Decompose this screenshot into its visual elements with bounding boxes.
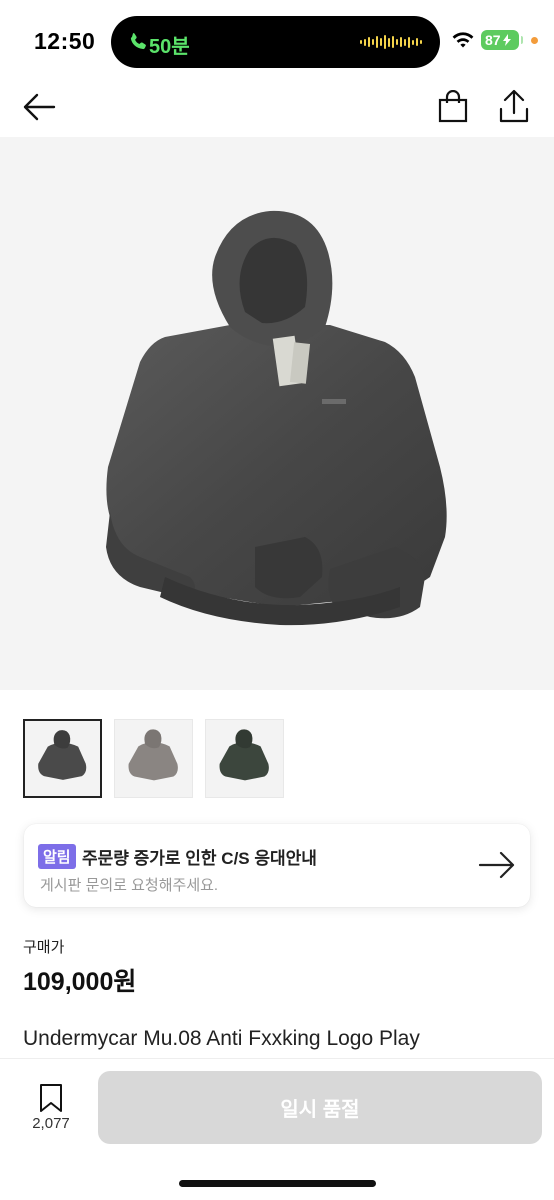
arrow-right-icon bbox=[478, 851, 515, 879]
wishlist-count: 2,077 bbox=[32, 1115, 70, 1132]
notice-subtitle: 게시판 문의로 요청해주세요. bbox=[40, 877, 219, 894]
battery-cap bbox=[521, 36, 523, 44]
shopping-bag-icon bbox=[438, 89, 468, 123]
bookmark-icon bbox=[40, 1084, 62, 1112]
thumbnail-charcoal[interactable] bbox=[23, 719, 102, 798]
charging-bolt-icon bbox=[502, 34, 511, 46]
status-bar: 12:50 50분 87 bbox=[0, 0, 554, 80]
privacy-indicator-dot bbox=[531, 37, 538, 44]
wishlist-button[interactable]: 2,077 bbox=[20, 1079, 82, 1137]
battery-indicator: 87 bbox=[481, 30, 519, 50]
price-value: 109,000원 bbox=[23, 968, 137, 996]
thumbnail-dark-green[interactable] bbox=[205, 719, 284, 798]
audio-waveform-icon bbox=[360, 35, 422, 49]
share-button[interactable] bbox=[497, 89, 531, 125]
shopping-bag-button[interactable] bbox=[437, 89, 469, 124]
call-duration: 50분 bbox=[149, 36, 190, 58]
hoodie-thumbnail-image bbox=[38, 730, 87, 780]
phone-icon bbox=[130, 33, 146, 50]
sold-out-button[interactable]: 일시 품절 bbox=[98, 1071, 542, 1144]
dynamic-island-call[interactable]: 50분 bbox=[111, 16, 440, 68]
home-indicator[interactable] bbox=[179, 1180, 376, 1187]
battery-level: 87 bbox=[485, 32, 501, 48]
cs-notice-card[interactable]: 알림 주문량 증가로 인한 C/S 응대안내 게시판 문의로 요청해주세요. bbox=[24, 824, 530, 907]
product-main-image[interactable] bbox=[0, 137, 554, 690]
price-label: 구매가 bbox=[23, 939, 65, 956]
thumbnail-strip bbox=[23, 719, 284, 798]
wifi-icon bbox=[452, 32, 474, 48]
hoodie-thumbnail-image bbox=[128, 729, 178, 781]
notice-badge: 알림 bbox=[38, 844, 76, 869]
back-button[interactable] bbox=[22, 92, 56, 122]
share-icon bbox=[499, 89, 529, 123]
arrow-left-icon bbox=[23, 93, 56, 121]
thumbnail-gray[interactable] bbox=[114, 719, 193, 798]
product-title: Undermycar Mu.08 Anti Fxxking Logo Play bbox=[23, 1027, 420, 1050]
status-time: 12:50 bbox=[34, 28, 96, 54]
top-navigation bbox=[0, 80, 554, 137]
bottom-action-bar: 2,077 일시 품절 bbox=[0, 1058, 554, 1200]
hoodie-thumbnail-image bbox=[219, 729, 269, 781]
notice-title: 주문량 증가로 인한 C/S 응대안내 bbox=[82, 849, 317, 868]
hoodie-image bbox=[106, 210, 447, 626]
